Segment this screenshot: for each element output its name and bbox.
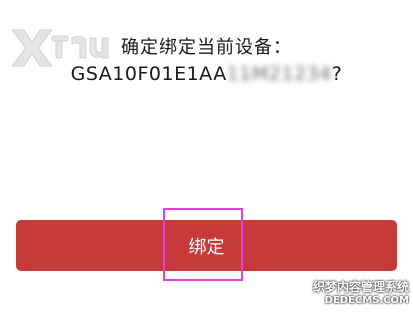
question-mark: ? bbox=[331, 63, 343, 85]
bind-button[interactable]: 绑定 bbox=[16, 220, 397, 271]
watermark-line2: DEDECMS.COM bbox=[324, 295, 409, 306]
bind-prompt-title: 确定绑定当前设备： bbox=[121, 37, 292, 58]
bind-button-label: 绑定 bbox=[188, 236, 225, 257]
watermark-line1: 织梦内容管理系统 bbox=[312, 280, 409, 294]
device-serial-blurred: 11M21234 bbox=[226, 63, 332, 85]
watermark-text: 织梦内容管理系统 DEDECMS.COM bbox=[313, 280, 409, 308]
device-serial: GSA10F01E1AA11M21234? bbox=[0, 63, 413, 85]
device-serial-visible: GSA10F01E1AA bbox=[70, 63, 227, 85]
